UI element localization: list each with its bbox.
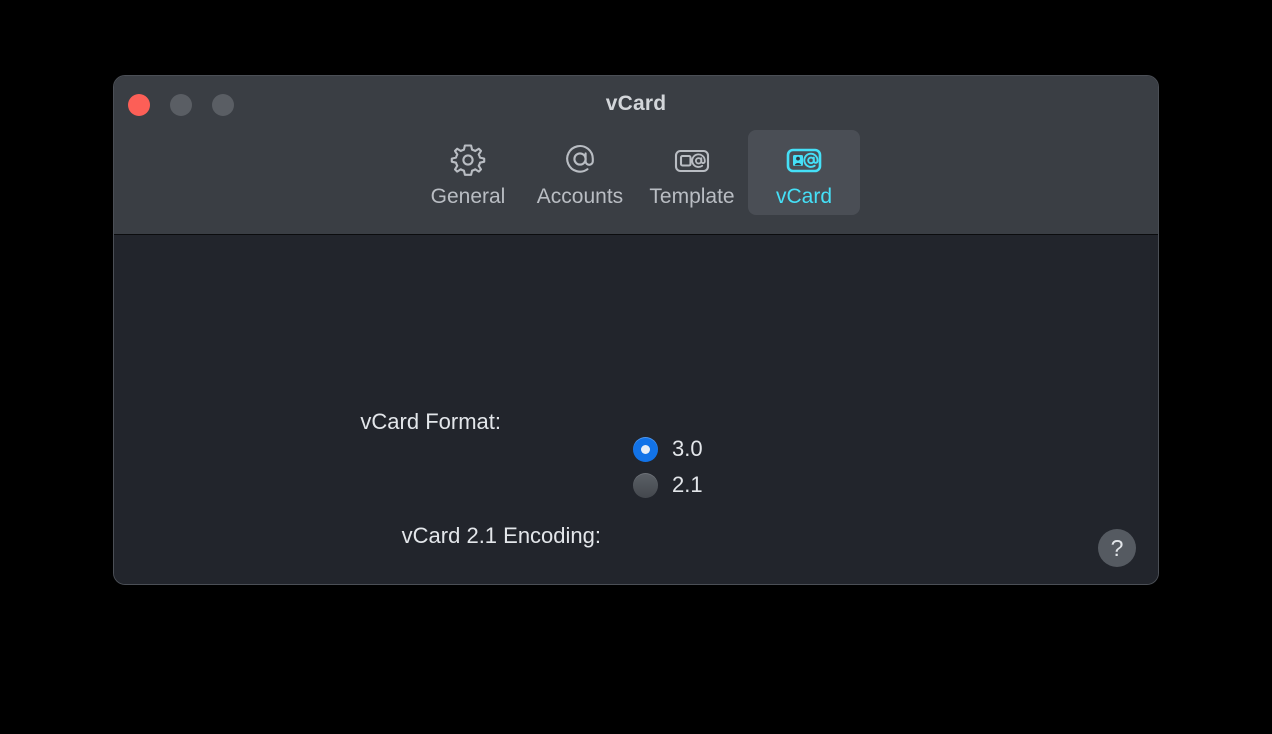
toolbar-tabs: General Accounts Template vCard xyxy=(114,130,1158,215)
gear-icon xyxy=(448,140,488,180)
tab-accounts-label: Accounts xyxy=(536,185,624,208)
tab-vcard-label: vCard xyxy=(775,185,833,208)
at-sign-icon xyxy=(560,140,600,180)
preferences-window: vCard General Accounts Template vCard vC… xyxy=(113,75,1159,585)
help-button[interactable]: ? xyxy=(1098,529,1136,567)
window-chrome: vCard General Accounts Template vCard xyxy=(114,76,1158,235)
tab-template[interactable]: Template xyxy=(636,130,748,215)
vcard-icon xyxy=(783,140,825,180)
radio-3-0-label: 3.0 xyxy=(672,436,703,461)
tab-general-label: General xyxy=(430,185,506,208)
radio-2-1-label: 2.1 xyxy=(672,472,703,497)
vcard-settings-pane: vCard Format: 3.0 2.1 vCard 2.1 Encoding… xyxy=(114,235,1158,584)
radio-2-1-indicator xyxy=(633,472,658,498)
vcard-encoding-label: vCard 2.1 Encoding: xyxy=(401,523,601,548)
radio-option-3-0[interactable]: 3.0 xyxy=(633,436,703,462)
radio-3-0-indicator xyxy=(633,436,658,462)
window-title: vCard xyxy=(605,92,667,115)
template-icon xyxy=(671,140,713,180)
tab-accounts[interactable]: Accounts xyxy=(524,130,636,215)
tab-template-label: Template xyxy=(649,185,735,208)
vcard-format-label: vCard Format: xyxy=(360,409,501,434)
radio-option-2-1[interactable]: 2.1 xyxy=(633,472,703,498)
tab-vcard[interactable]: vCard xyxy=(748,130,860,215)
tab-general[interactable]: General xyxy=(412,130,524,215)
